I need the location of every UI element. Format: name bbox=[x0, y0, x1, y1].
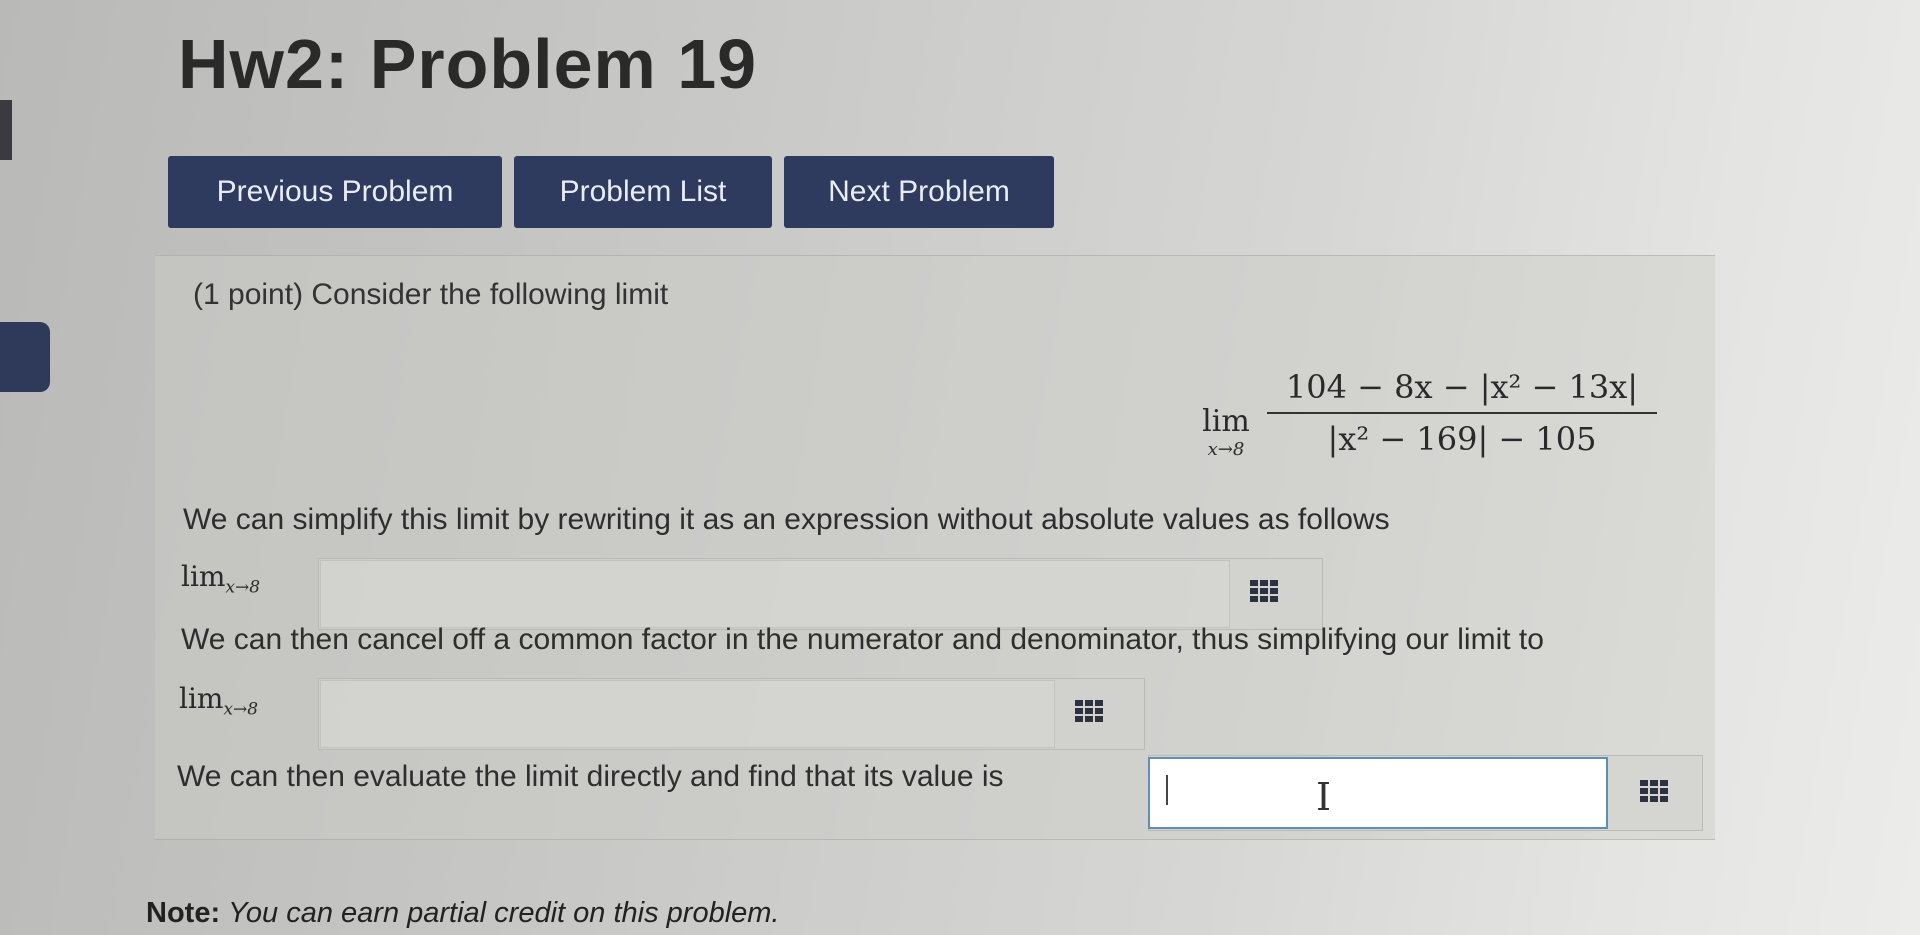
problem-panel bbox=[155, 255, 1715, 840]
step2-answer-input[interactable] bbox=[320, 680, 1055, 748]
fraction-numerator: 104 − 8x − |x² − 13x| bbox=[1285, 368, 1639, 406]
note-label: Note: bbox=[146, 897, 221, 929]
fraction-denominator: |x² − 169| − 105 bbox=[1327, 420, 1597, 458]
ibeam-cursor-icon: I bbox=[1316, 775, 1332, 819]
step1-lim-word: lim bbox=[181, 560, 226, 593]
partial-credit-note: Note: You can earn partial credit on thi… bbox=[146, 897, 779, 930]
step2-text: We can then cancel off a common factor i… bbox=[181, 623, 1544, 656]
page-title: Hw2: Problem 19 bbox=[178, 25, 758, 103]
step1-text: We can simplify this limit by rewriting … bbox=[183, 503, 1390, 536]
step3-answer-input[interactable] bbox=[1148, 757, 1608, 829]
step3-text: We can then evaluate the limit directly … bbox=[177, 760, 1004, 793]
text-cursor bbox=[1166, 775, 1168, 805]
limit-operator: lim x→8 bbox=[1195, 404, 1257, 460]
equation-editor-icon[interactable] bbox=[1640, 780, 1668, 802]
note-text: You can earn partial credit on this prob… bbox=[228, 897, 780, 929]
step1-answer-input[interactable] bbox=[320, 560, 1230, 628]
step1-limit: limx→8 bbox=[181, 560, 260, 598]
step2-lim-subscript: x→8 bbox=[223, 699, 259, 720]
step2-lim-word: lim bbox=[179, 682, 224, 715]
lim-word: lim bbox=[1202, 404, 1250, 439]
side-tab[interactable] bbox=[0, 322, 50, 392]
equation-editor-icon[interactable] bbox=[1250, 580, 1278, 602]
limit-fraction: 104 − 8x − |x² − 13x| |x² − 169| − 105 bbox=[1267, 368, 1657, 458]
problem-navigation: Previous Problem Problem List Next Probl… bbox=[168, 156, 1054, 228]
step2-limit: limx→8 bbox=[179, 682, 258, 720]
equation-editor-icon[interactable] bbox=[1075, 700, 1103, 722]
lim-subscript: x→8 bbox=[1207, 439, 1245, 460]
problem-list-button[interactable]: Problem List bbox=[514, 156, 772, 228]
next-problem-button[interactable]: Next Problem bbox=[784, 156, 1054, 228]
left-edge-strip bbox=[0, 100, 12, 160]
previous-problem-button[interactable]: Previous Problem bbox=[168, 156, 502, 228]
problem-intro: (1 point) Consider the following limit bbox=[193, 278, 669, 311]
step1-lim-subscript: x→8 bbox=[225, 577, 261, 598]
